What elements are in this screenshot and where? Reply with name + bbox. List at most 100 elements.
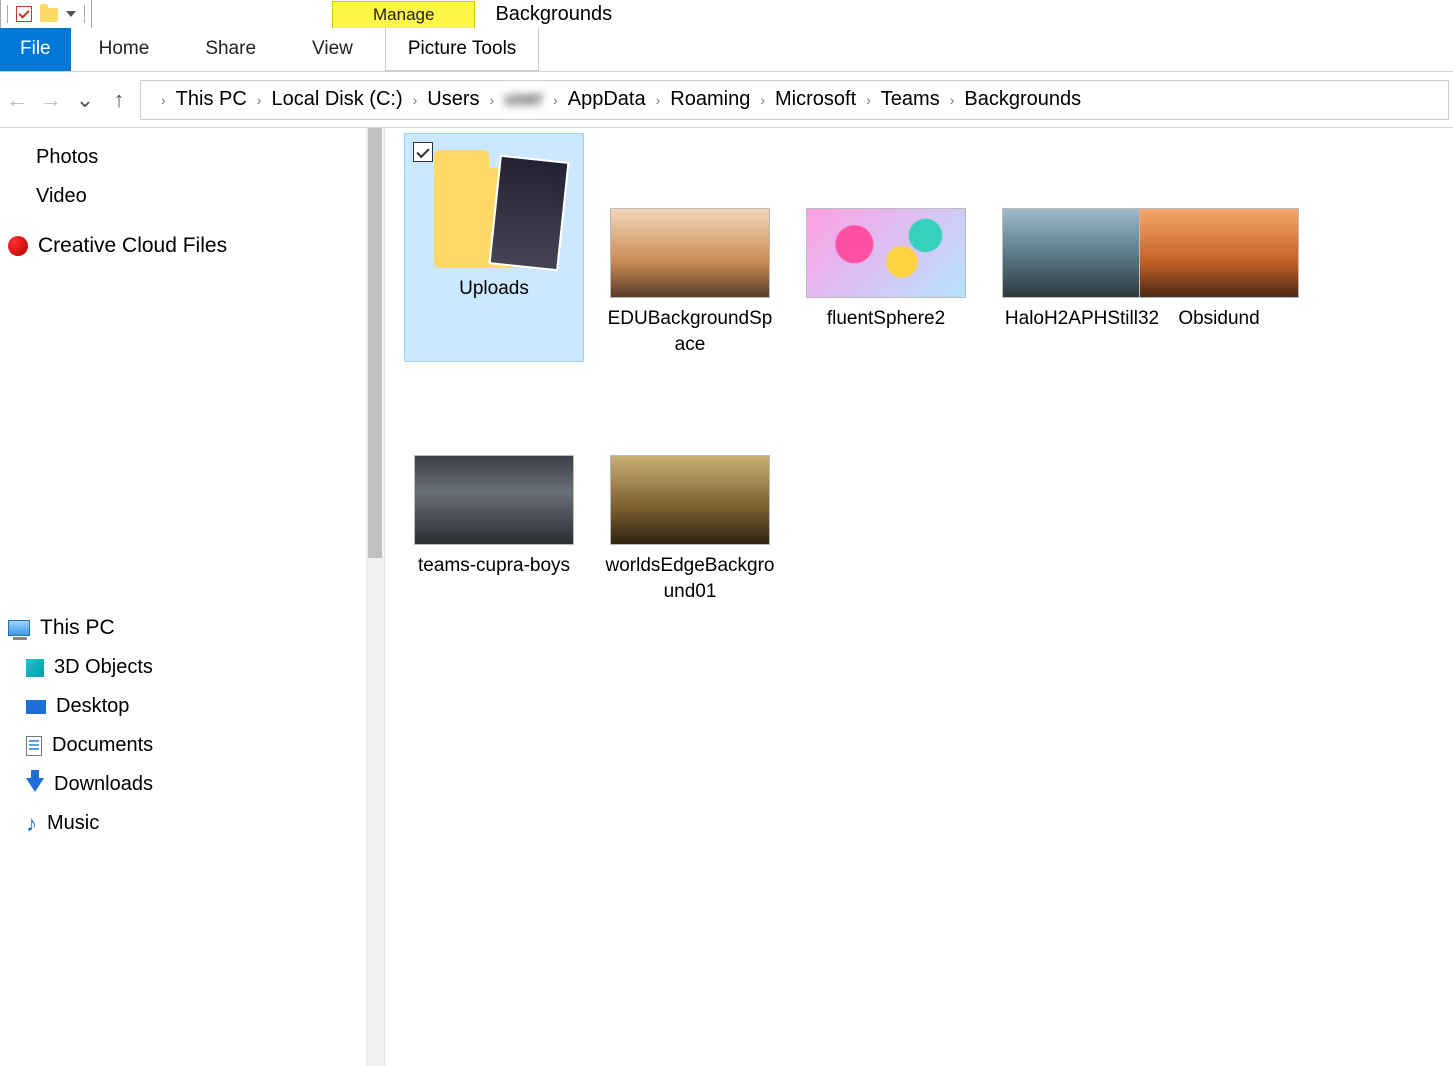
crumb-microsoft[interactable]: Microsoft	[773, 88, 858, 111]
download-icon	[26, 778, 44, 792]
arrow-left-icon: ←	[6, 89, 28, 111]
item-label: EDUBackgroundSpace	[605, 306, 775, 357]
sidebar-item-desktop[interactable]: Desktop	[4, 687, 364, 726]
main-area: Photos Video Creative Cloud Files This P…	[0, 128, 1453, 1066]
crumb-teams[interactable]: Teams	[879, 88, 942, 111]
chevron-right-icon: ›	[948, 92, 957, 108]
music-icon: ♪	[26, 813, 37, 835]
cube-icon	[26, 659, 44, 677]
item-label: teams-cupra-boys	[418, 553, 570, 579]
crumb-roaming[interactable]: Roaming	[668, 88, 752, 111]
quick-access-toolbar	[0, 0, 92, 28]
address-bar[interactable]: › This PC › Local Disk (C:) › Users › us…	[140, 80, 1449, 120]
file-tab[interactable]: File	[0, 28, 71, 71]
tab-view[interactable]: View	[284, 28, 381, 71]
folder-icon[interactable]	[40, 8, 58, 22]
sidebar-item-redacted[interactable]	[4, 358, 364, 404]
crumb-users[interactable]: Users	[425, 88, 481, 111]
crumb-this-pc[interactable]: This PC	[174, 88, 249, 111]
sidebar-scrollbar[interactable]: ▴	[366, 128, 384, 1066]
sidebar-item-label: Creative Cloud Files	[38, 234, 227, 258]
sidebar-item-label: Music	[47, 812, 99, 835]
arrow-right-icon: →	[40, 89, 62, 111]
sidebar-item-3d-objects[interactable]: 3D Objects	[4, 648, 364, 687]
forward-button[interactable]: →	[38, 87, 64, 113]
nav-bar: ← → ⌄ ↑ › This PC › Local Disk (C:) › Us…	[0, 72, 1453, 128]
sidebar-item-this-pc[interactable]: This PC	[4, 608, 364, 648]
divider	[7, 5, 8, 23]
back-button[interactable]: ←	[4, 87, 30, 113]
crumb-appdata[interactable]: AppData	[566, 88, 648, 111]
chevron-down-icon: ⌄	[76, 89, 94, 111]
sidebar-item-creative-cloud[interactable]: Creative Cloud Files	[4, 226, 364, 266]
tab-share[interactable]: Share	[177, 28, 284, 71]
image-item[interactable]: Obsidund	[1189, 134, 1249, 361]
chevron-right-icon: ›	[758, 92, 767, 108]
chevron-right-icon: ›	[654, 92, 663, 108]
up-button[interactable]: ↑	[106, 87, 132, 113]
creative-cloud-icon	[8, 236, 28, 256]
qat-dropdown-icon[interactable]	[66, 11, 76, 17]
content-pane[interactable]: Uploads EDUBackgroundSpace fluentSphere2 Ha…	[385, 128, 1453, 1066]
item-label: fluentSphere2	[827, 306, 945, 332]
sidebar-item-redacted[interactable]	[4, 266, 364, 312]
image-thumbnail	[1002, 208, 1162, 298]
sidebar-item-photos[interactable]: Photos	[4, 138, 364, 177]
image-item[interactable]: EDUBackgroundSpace	[601, 134, 779, 361]
image-thumbnail	[610, 455, 770, 545]
manage-contextual-group[interactable]: Manage	[332, 1, 475, 28]
tab-home[interactable]: Home	[71, 28, 178, 71]
sidebar-item-label: Photos	[36, 146, 98, 169]
sidebar-item-video[interactable]: Video	[4, 177, 364, 216]
arrow-up-icon: ↑	[114, 89, 125, 111]
sidebar-item-documents[interactable]: Documents	[4, 726, 364, 765]
sidebar-item-redacted[interactable]	[4, 542, 364, 588]
checkbox-icon[interactable]	[16, 6, 32, 22]
sidebar-item-label: Video	[36, 185, 87, 208]
chevron-right-icon: ›	[411, 92, 420, 108]
sidebar-item-downloads[interactable]: Downloads	[4, 765, 364, 804]
image-item[interactable]: teams-cupra-boys	[405, 381, 583, 608]
folder-item[interactable]: Uploads	[405, 134, 583, 361]
sidebar-item-redacted[interactable]	[4, 312, 364, 358]
crumb-username-redacted[interactable]: user	[502, 88, 545, 111]
image-item[interactable]: worldsEdgeBackground01	[601, 381, 779, 608]
sidebar-item-music[interactable]: ♪ Music	[4, 804, 364, 843]
document-icon	[26, 736, 42, 756]
item-label: Obsidund	[1178, 306, 1259, 332]
desktop-icon	[26, 700, 46, 714]
navigation-pane: Photos Video Creative Cloud Files This P…	[0, 128, 385, 1066]
sidebar-item-label: This PC	[40, 616, 115, 640]
checkbox-icon[interactable]	[413, 142, 433, 162]
this-pc-icon	[8, 620, 30, 636]
ribbon-tabs: File Home Share View Picture Tools	[0, 28, 1453, 72]
title-bar: Manage Backgrounds	[0, 0, 1453, 28]
crumb-local-disk[interactable]: Local Disk (C:)	[269, 88, 404, 111]
image-item[interactable]: fluentSphere2	[797, 134, 975, 361]
item-label: worldsEdgeBackground01	[605, 553, 775, 604]
sidebar-item-label: Documents	[52, 734, 153, 757]
contextual-tab-group: Manage Backgrounds	[332, 0, 632, 28]
folder-icon	[434, 168, 554, 268]
sidebar-item-label: Downloads	[54, 773, 153, 796]
item-label: HaloH2APHStill32	[1005, 306, 1159, 332]
window-title: Backgrounds	[475, 1, 632, 28]
chevron-right-icon: ›	[488, 92, 497, 108]
item-label: Uploads	[459, 276, 529, 302]
image-thumbnail	[610, 208, 770, 298]
folder-preview-icon	[488, 155, 569, 272]
chevron-right-icon: ›	[159, 92, 168, 108]
divider	[84, 5, 85, 23]
crumb-backgrounds[interactable]: Backgrounds	[962, 88, 1083, 111]
scrollbar-thumb[interactable]	[368, 128, 382, 558]
sidebar-item-redacted[interactable]	[4, 496, 364, 542]
chevron-right-icon: ›	[551, 92, 560, 108]
chevron-right-icon: ›	[255, 92, 264, 108]
image-thumbnail	[806, 208, 966, 298]
recent-locations-button[interactable]: ⌄	[72, 87, 98, 113]
tab-picture-tools[interactable]: Picture Tools	[385, 28, 539, 71]
sidebar-item-redacted[interactable]	[4, 404, 364, 450]
image-thumbnail	[414, 455, 574, 545]
sidebar-item-redacted[interactable]	[4, 450, 364, 496]
sidebar-item-label: Desktop	[56, 695, 129, 718]
